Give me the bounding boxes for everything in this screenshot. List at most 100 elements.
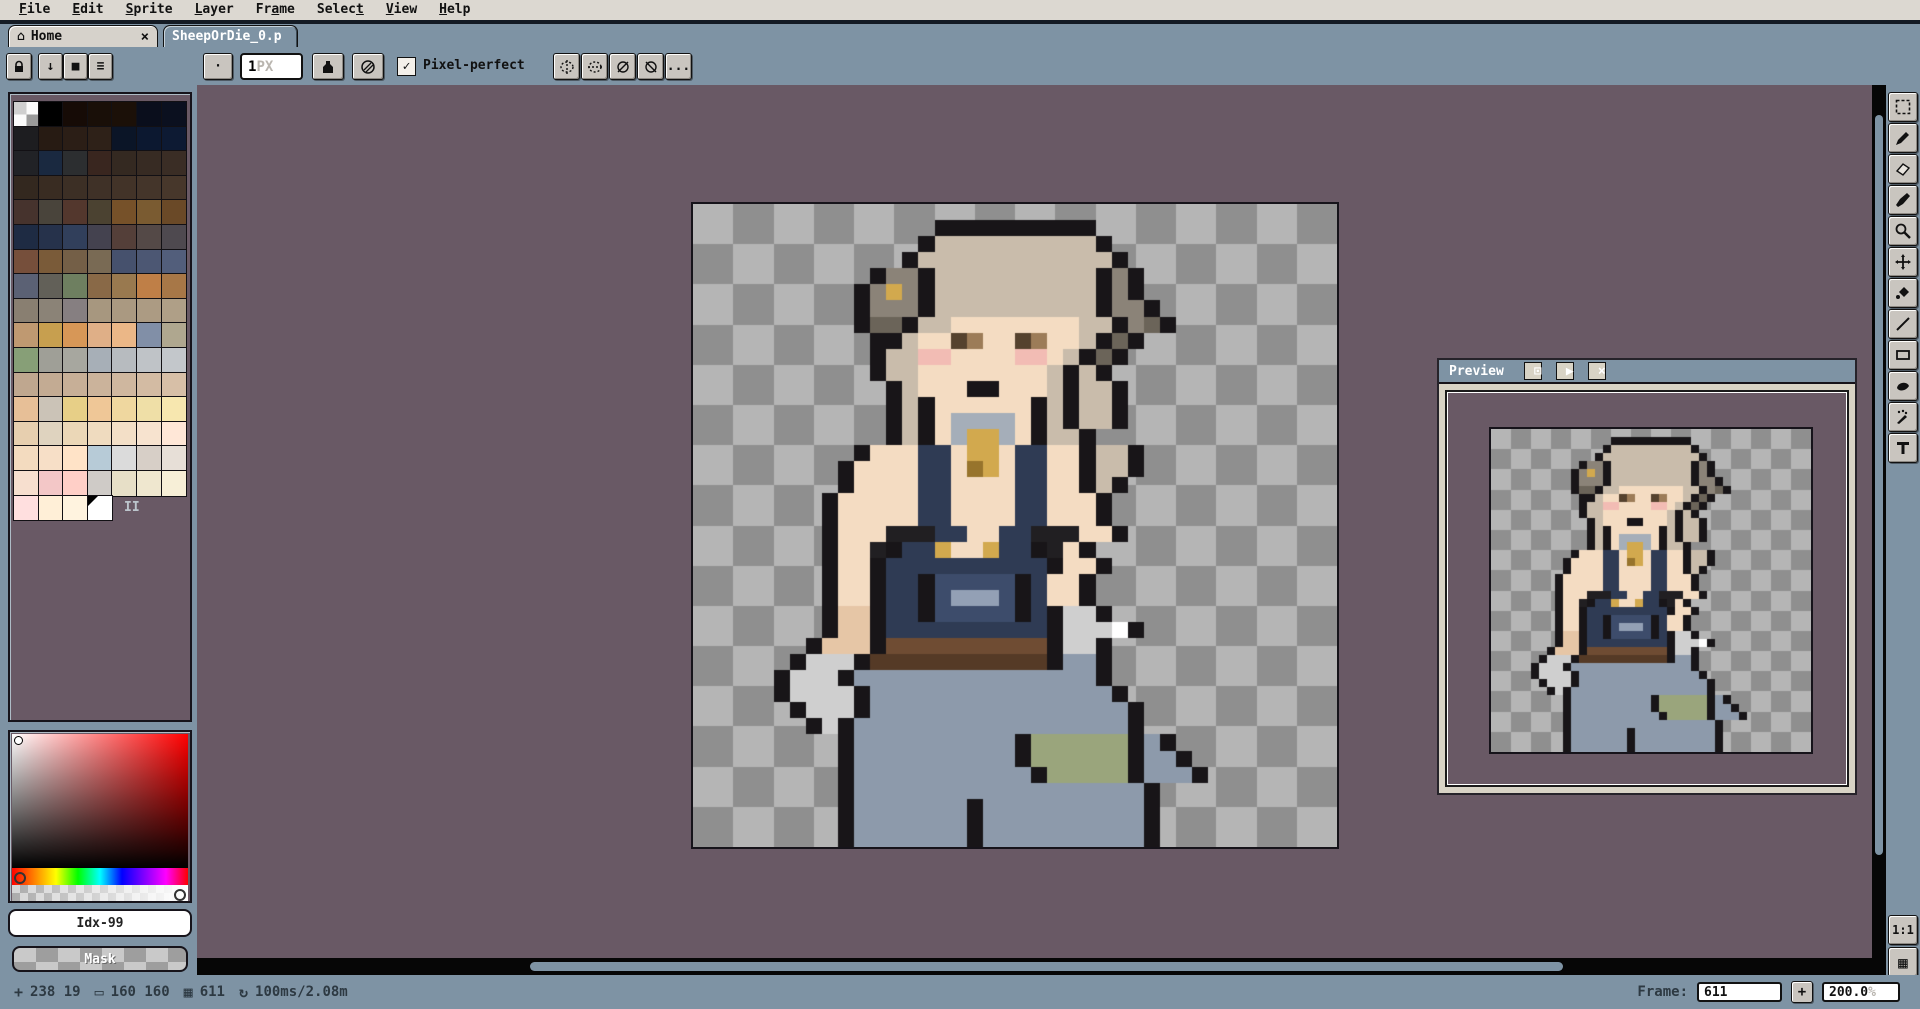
- alpha-marker[interactable]: [174, 889, 186, 901]
- palette-swatch-33[interactable]: [136, 199, 163, 226]
- vertical-scrollbar-thumb[interactable]: [1875, 115, 1883, 855]
- pixel-perfect-checkbox[interactable]: ✓: [397, 57, 416, 76]
- menu-sprite[interactable]: Sprite: [115, 0, 184, 20]
- horizontal-scrollbar-thumb[interactable]: [530, 962, 1563, 971]
- palette-swatch-102[interactable]: [111, 445, 138, 472]
- palette-swatch-32[interactable]: [111, 199, 138, 226]
- palette-swatch-115[interactable]: [86, 494, 114, 522]
- zoom-input[interactable]: 200.0%: [1822, 982, 1900, 1002]
- zoom-1-1-button[interactable]: 1:1: [1888, 915, 1918, 945]
- palette-swatch-24[interactable]: [86, 174, 114, 202]
- palette-swatch-2[interactable]: [62, 101, 89, 128]
- sprite-canvas[interactable]: [691, 202, 1339, 849]
- palette-swatch-15[interactable]: [37, 150, 65, 177]
- palette-swatch-53[interactable]: [111, 273, 138, 300]
- palette-swatch-111[interactable]: [160, 470, 188, 497]
- rectangle-tool-button[interactable]: [1888, 340, 1918, 370]
- line-tool-button[interactable]: [1888, 309, 1918, 339]
- palette-swatch-49[interactable]: [13, 273, 40, 300]
- tab-sprite-file[interactable]: SheepOrDie_0.p: [163, 25, 298, 47]
- palette-swatch-80[interactable]: [86, 371, 114, 399]
- lock-button[interactable]: [6, 53, 32, 80]
- options-menu-button[interactable]: ≡: [88, 53, 113, 80]
- palette-swatch-51[interactable]: [62, 273, 89, 300]
- palette-swatch-42[interactable]: [13, 248, 40, 276]
- save-brush-button[interactable]: ↓: [38, 53, 63, 80]
- brush-type-button[interactable]: ·: [203, 53, 233, 80]
- palette-swatch-86[interactable]: [62, 396, 89, 423]
- palette-swatch-31[interactable]: [86, 199, 114, 226]
- hue-marker[interactable]: [14, 872, 26, 884]
- palette-swatch-40[interactable]: [136, 224, 163, 251]
- menu-help[interactable]: Help: [428, 0, 481, 20]
- palette-swatch-105[interactable]: [13, 470, 40, 497]
- palette-swatch-98[interactable]: [13, 445, 40, 472]
- menu-edit[interactable]: Edit: [61, 0, 114, 20]
- pencil-tool-button[interactable]: [1888, 123, 1918, 153]
- palette-swatch-34[interactable]: [160, 199, 188, 226]
- menu-file[interactable]: File: [8, 0, 61, 20]
- palette-swatch-5[interactable]: [136, 101, 163, 128]
- palette-swatch-39[interactable]: [111, 224, 138, 251]
- palette-swatch-56[interactable]: [13, 297, 40, 325]
- palette-swatch-92[interactable]: [37, 420, 65, 448]
- palette-swatch-8[interactable]: [37, 125, 65, 153]
- preview-play-button[interactable]: ▶: [1555, 362, 1574, 380]
- palette-swatch-101[interactable]: [86, 445, 114, 472]
- palette-swatch-88[interactable]: [111, 396, 138, 423]
- palette-swatch-83[interactable]: [160, 371, 188, 399]
- palette-swatch-41[interactable]: [160, 224, 188, 251]
- palette-swatch-81[interactable]: [111, 371, 138, 399]
- palette-swatch-74[interactable]: [111, 347, 138, 374]
- palette-swatch-11[interactable]: [111, 125, 138, 153]
- palette-swatch-61[interactable]: [136, 297, 163, 325]
- palette-swatch-45[interactable]: [86, 248, 114, 276]
- palette-swatch-21[interactable]: [13, 174, 40, 202]
- palette-swatch-71[interactable]: [37, 347, 65, 374]
- palette-swatch-90[interactable]: [160, 396, 188, 423]
- palette-swatch-109[interactable]: [111, 470, 138, 497]
- palette-swatch-62[interactable]: [160, 297, 188, 325]
- palette-swatch-1[interactable]: [37, 101, 65, 128]
- new-frame-button[interactable]: +: [1791, 981, 1813, 1003]
- symmetry-vertical-button[interactable]: [553, 53, 580, 80]
- palette-swatch-82[interactable]: [136, 371, 163, 399]
- palette-swatch-66[interactable]: [86, 322, 114, 349]
- palette-swatch-35[interactable]: [13, 224, 40, 251]
- palette-swatch-89[interactable]: [136, 396, 163, 423]
- rectangular-marquee-tool-button[interactable]: [1888, 92, 1918, 122]
- palette-swatch-76[interactable]: [160, 347, 188, 374]
- mask-color-button[interactable]: Mask: [12, 946, 188, 972]
- palette-swatch-27[interactable]: [160, 174, 188, 202]
- color-index-button[interactable]: Idx-99: [8, 909, 192, 937]
- palette-swatch-9[interactable]: [62, 125, 89, 153]
- menu-frame[interactable]: Frame: [245, 0, 306, 20]
- palette-swatch-13[interactable]: [160, 125, 188, 153]
- palette-swatch-95[interactable]: [111, 420, 138, 448]
- timeline-button[interactable]: ▦: [1888, 947, 1918, 977]
- palette-swatch-99[interactable]: [37, 445, 65, 472]
- palette-swatch-6[interactable]: [160, 101, 188, 128]
- alpha-slider[interactable]: [12, 885, 188, 901]
- gradient-marker[interactable]: [14, 736, 23, 745]
- palette-swatch-68[interactable]: [136, 322, 163, 349]
- palette-swatch-20[interactable]: [160, 150, 188, 177]
- palette-swatch-69[interactable]: [160, 322, 188, 349]
- contour-tool-button[interactable]: [1888, 371, 1918, 401]
- frame-input[interactable]: 611: [1697, 982, 1782, 1002]
- palette-swatch-113[interactable]: [37, 494, 65, 522]
- tab-home[interactable]: ⌂ Home ×: [8, 25, 158, 47]
- symmetry-diagonal-button[interactable]: [609, 53, 636, 80]
- text-tool-button[interactable]: [1888, 433, 1918, 463]
- palette-swatch-16[interactable]: [62, 150, 89, 177]
- palette-swatch-106[interactable]: [37, 470, 65, 497]
- preview-center-button[interactable]: ⊡: [1523, 362, 1542, 380]
- palette-swatch-59[interactable]: [86, 297, 114, 325]
- move-tool-button[interactable]: [1888, 247, 1918, 277]
- preview-close-button[interactable]: ×: [1587, 362, 1606, 380]
- palette-swatch-14[interactable]: [13, 150, 40, 177]
- palette-swatch-91[interactable]: [13, 420, 40, 448]
- palette-swatch-23[interactable]: [62, 174, 89, 202]
- palette-swatch-72[interactable]: [62, 347, 89, 374]
- palette-swatch-100[interactable]: [62, 445, 89, 472]
